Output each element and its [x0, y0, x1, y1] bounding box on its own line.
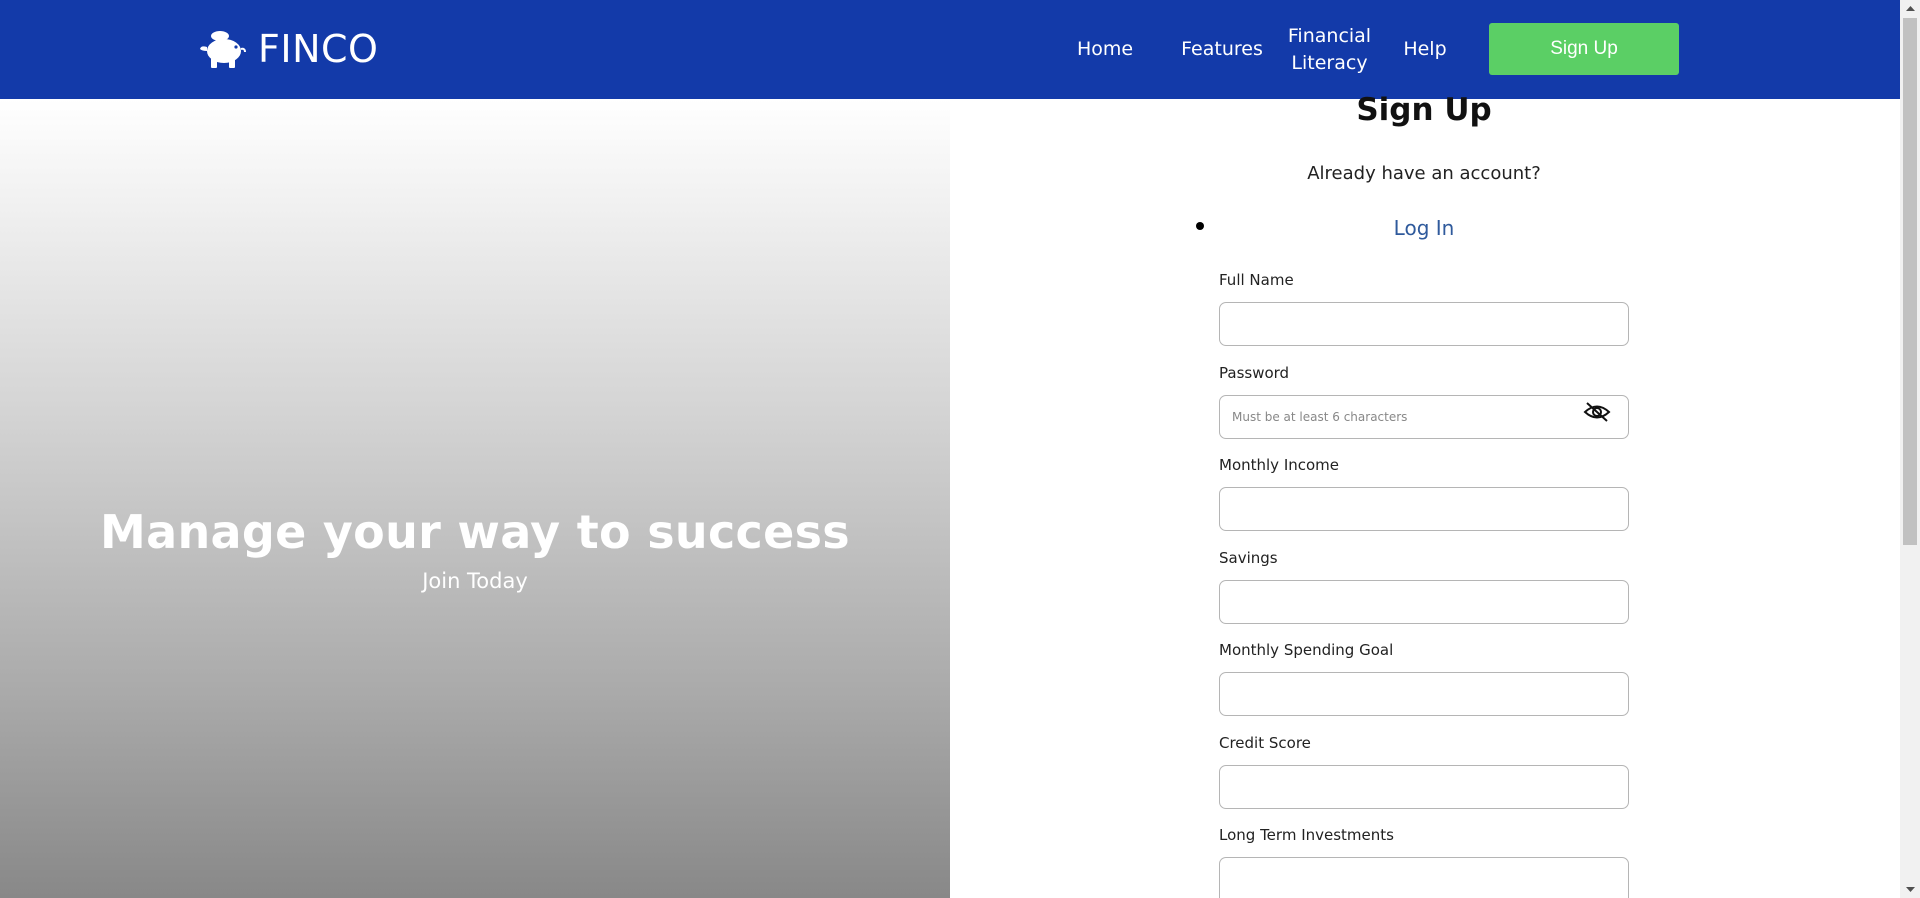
spending-goal-label: Monthly Spending Goal — [1219, 641, 1394, 659]
hero-panel: Manage your way to success Join Today — [0, 99, 950, 898]
monthly-income-input[interactable] — [1219, 487, 1629, 531]
brand-name: FINCO — [258, 27, 379, 71]
piggy-bank-icon — [200, 31, 246, 68]
hero-subtitle: Join Today — [422, 569, 528, 593]
scroll-up-icon[interactable] — [1900, 0, 1920, 17]
form-title: Sign Up — [1356, 92, 1492, 128]
scroll-thumb[interactable] — [1903, 18, 1917, 545]
hero-title: Manage your way to success — [100, 505, 850, 559]
nav-features[interactable]: Features — [1166, 0, 1278, 99]
credit-score-label: Credit Score — [1219, 734, 1311, 752]
password-input[interactable] — [1219, 395, 1629, 439]
list-bullet — [1196, 222, 1204, 230]
credit-score-input[interactable] — [1219, 765, 1629, 809]
vertical-scrollbar[interactable] — [1900, 0, 1920, 898]
eye-slash-icon[interactable] — [1583, 400, 1611, 424]
investments-label: Long Term Investments — [1219, 826, 1394, 844]
top-navbar: FINCO Home Features Financial Literacy H… — [0, 0, 1900, 99]
nav-financial-literacy[interactable]: Financial Literacy — [1280, 0, 1379, 99]
login-link[interactable]: Log In — [1219, 216, 1629, 240]
monthly-income-label: Monthly Income — [1219, 456, 1340, 474]
signup-button[interactable]: Sign Up — [1489, 23, 1679, 75]
scroll-down-icon[interactable] — [1900, 881, 1920, 898]
nav-home[interactable]: Home — [1068, 0, 1142, 99]
brand-logo[interactable]: FINCO — [198, 25, 378, 73]
full-name-label: Full Name — [1219, 271, 1294, 289]
investments-input[interactable] — [1219, 857, 1629, 898]
savings-label: Savings — [1219, 549, 1278, 567]
password-label: Password — [1219, 364, 1290, 382]
account-question: Already have an account? — [1307, 163, 1541, 184]
spending-goal-input[interactable] — [1219, 672, 1629, 716]
full-name-input[interactable] — [1219, 302, 1629, 346]
savings-input[interactable] — [1219, 580, 1629, 624]
nav-help[interactable]: Help — [1400, 0, 1450, 99]
signup-page: FINCO Home Features Financial Literacy H… — [0, 0, 1920, 898]
